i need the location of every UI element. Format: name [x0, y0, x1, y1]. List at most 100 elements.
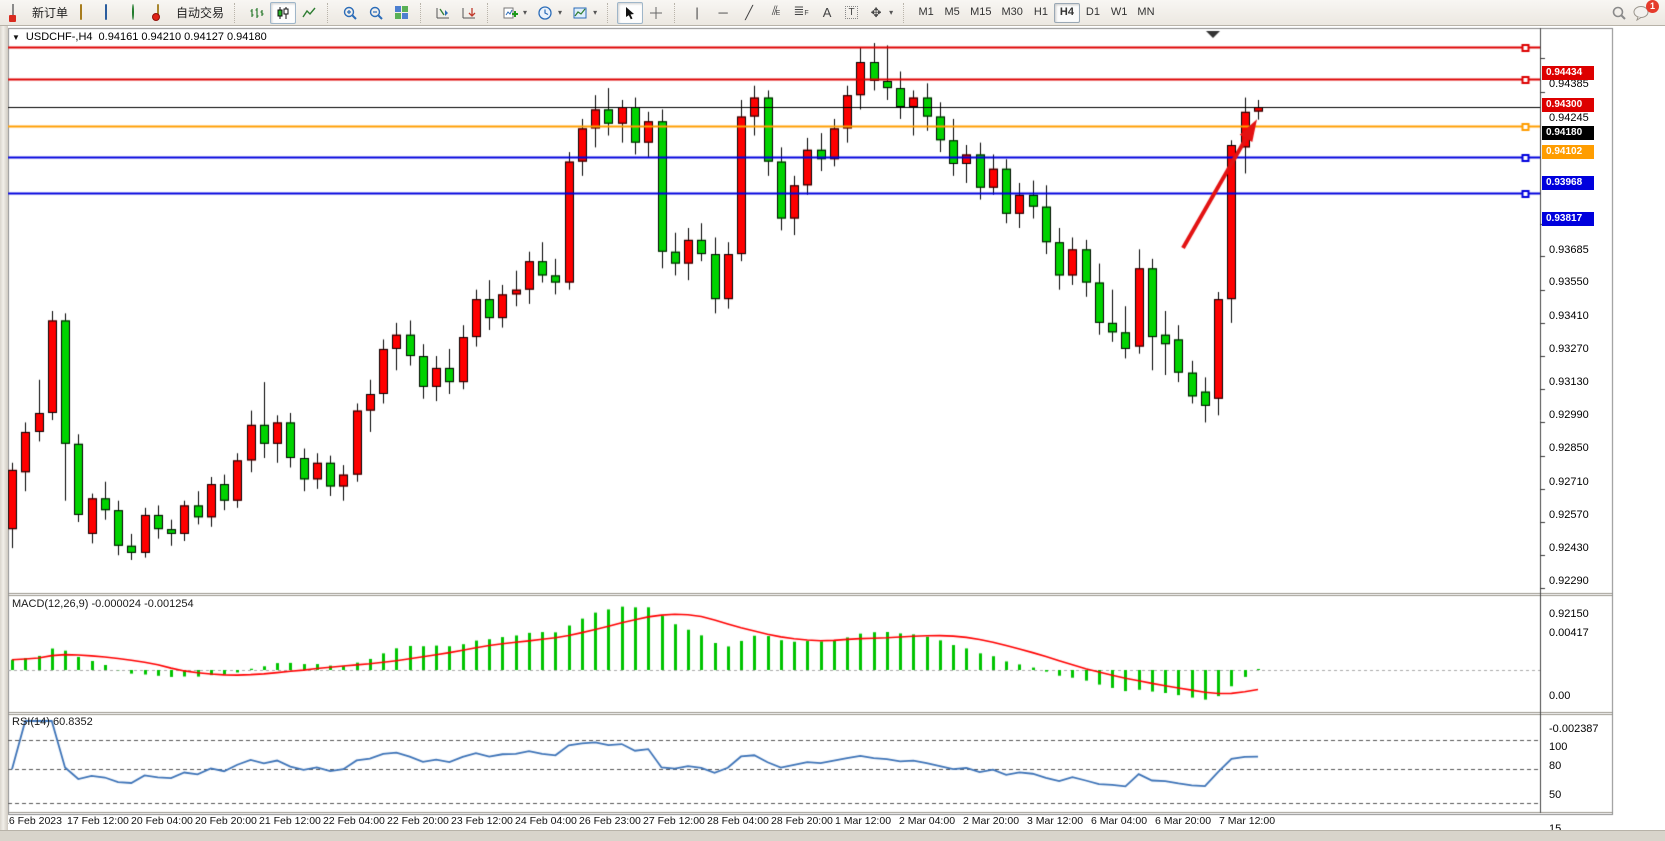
chart-area: ▼ USDCHF-,H4 0.94161 0.94210 0.94127 0.9…: [0, 26, 1665, 841]
ohlc-values: 0.94161 0.94210 0.94127 0.94180: [99, 31, 267, 43]
price-axis-tick: 0.92150: [1549, 608, 1589, 620]
line-chart-icon: [301, 5, 317, 21]
gold-package-icon: [78, 5, 94, 21]
time-axis-label: 28 Feb 04:00: [707, 815, 769, 827]
channel-icon: ⫽E: [767, 3, 783, 22]
chat-icon[interactable]: 1: [1633, 5, 1653, 21]
timeframe-m30-button[interactable]: M30: [997, 3, 1028, 23]
new-order-button[interactable]: 新订单: [7, 2, 73, 24]
time-axis-label: 24 Feb 04:00: [515, 815, 577, 827]
template-icon: [572, 5, 588, 21]
candlestick-chart-button[interactable]: [270, 2, 296, 24]
cursor-button[interactable]: [617, 2, 643, 24]
macd-axis-tick: 0.00: [1549, 690, 1570, 702]
level-price-badge: 0.94434: [1542, 66, 1594, 80]
new-order-label: 新订单: [32, 4, 68, 21]
tile-windows-button[interactable]: [389, 2, 415, 24]
time-axis-label: 3 Mar 12:00: [1027, 815, 1083, 827]
time-axis-label: 26 Feb 23:00: [579, 815, 641, 827]
zoom-out-button[interactable]: [363, 2, 389, 24]
tile-windows-icon: [394, 5, 410, 21]
shapes-button[interactable]: ✥▾: [863, 2, 898, 24]
fibonacci-button[interactable]: ≣F: [788, 2, 814, 24]
rsi-axis-tick: 50: [1549, 789, 1561, 801]
timeframe-h1-button[interactable]: H1: [1028, 3, 1054, 23]
template-button[interactable]: ▾: [567, 2, 602, 24]
new-chart-button[interactable]: ▾: [497, 2, 532, 24]
price-chart-canvas[interactable]: [0, 26, 1665, 841]
timeframe-mn-button[interactable]: MN: [1132, 3, 1159, 23]
timeframe-h4-button[interactable]: H4: [1054, 3, 1080, 23]
indicator-add-icon: [461, 5, 477, 21]
trendline-icon: ╱: [741, 5, 757, 21]
new-chart-icon: [502, 5, 518, 21]
timeframe-group: M1M5M15M30H1H4D1W1MN: [910, 1, 1162, 25]
market-watch-button[interactable]: [99, 2, 125, 24]
price-axis-tick: 0.93685: [1549, 244, 1589, 256]
signals-icon: [130, 5, 146, 21]
vertical-line-button[interactable]: |: [684, 2, 710, 24]
time-axis-label: 7 Mar 12:00: [1219, 815, 1275, 827]
gold-package-button[interactable]: [73, 2, 99, 24]
zoom-in-icon: [342, 5, 358, 21]
time-axis-label: 2 Mar 20:00: [963, 815, 1019, 827]
time-axis-label: 20 Feb 20:00: [195, 815, 257, 827]
signals-button[interactable]: [125, 2, 151, 24]
time-axis-label: 21 Feb 12:00: [259, 815, 321, 827]
price-axis-tick: 0.92430: [1549, 542, 1589, 554]
new-order-icon: [12, 5, 28, 21]
indicator-list-button[interactable]: [430, 2, 456, 24]
label-button[interactable]: T: [840, 2, 863, 24]
trendline-button[interactable]: ╱: [736, 2, 762, 24]
price-axis-tick: 0.94385: [1549, 78, 1589, 90]
crosshair-icon: [648, 5, 664, 21]
time-axis-label: 6 Mar 20:00: [1155, 815, 1211, 827]
timeframe-m5-button[interactable]: M5: [939, 3, 965, 23]
search-icon[interactable]: [1611, 5, 1627, 21]
rsi-indicator-label: RSI(14) 60.8352: [12, 716, 93, 728]
timeframe-m1-button[interactable]: M1: [913, 3, 939, 23]
indicator-list-icon: [435, 5, 451, 21]
indicator-add-button[interactable]: [456, 2, 482, 24]
auto-trading-button[interactable]: 自动交易: [151, 2, 229, 24]
time-axis-label: 27 Feb 12:00: [643, 815, 705, 827]
zoom-out-icon: [368, 5, 384, 21]
price-axis-tick: 0.93550: [1549, 276, 1589, 288]
mt4-window: 新订单 自动交易: [0, 0, 1665, 841]
time-axis-label: 23 Feb 12:00: [451, 815, 513, 827]
crosshair-button[interactable]: [643, 2, 669, 24]
horizontal-line-icon: ─: [715, 5, 731, 21]
price-axis-tick: 0.92990: [1549, 409, 1589, 421]
macd-indicator-label: MACD(12,26,9) -0.000024 -0.001254: [12, 598, 194, 610]
period-clock-button[interactable]: ▾: [532, 2, 567, 24]
timeframe-m15-button[interactable]: M15: [965, 3, 996, 23]
level-price-badge: 0.94102: [1542, 145, 1594, 159]
horizontal-line-button[interactable]: ─: [710, 2, 736, 24]
auto-trading-label: 自动交易: [176, 4, 224, 21]
vertical-line-icon: |: [689, 5, 705, 21]
text-button[interactable]: A: [814, 2, 840, 24]
time-axis-label: 1 Mar 12:00: [835, 815, 891, 827]
chevron-down-icon[interactable]: ▼: [12, 33, 20, 42]
auto-trading-icon: [156, 5, 172, 21]
time-axis-label: 17 Feb 12:00: [67, 815, 129, 827]
fibonacci-icon: ≣F: [793, 3, 809, 22]
current-price-badge: 0.94180: [1542, 126, 1594, 140]
rsi-axis-tick: 100: [1549, 741, 1567, 753]
time-axis-label: 20 Feb 04:00: [131, 815, 193, 827]
chart-title: ▼ USDCHF-,H4 0.94161 0.94210 0.94127 0.9…: [12, 31, 267, 43]
chevron-down-icon: ▾: [593, 8, 597, 17]
channel-button[interactable]: ⫽E: [762, 2, 788, 24]
line-chart-button[interactable]: [296, 2, 322, 24]
level-price-badge: 0.93968: [1542, 176, 1594, 190]
text-icon: A: [819, 5, 835, 21]
rsi-axis-tick: 80: [1549, 760, 1561, 772]
timeframe-w1-button[interactable]: W1: [1106, 3, 1133, 23]
price-axis-tick: 0.93410: [1549, 310, 1589, 322]
bar-chart-button[interactable]: [244, 2, 270, 24]
zoom-in-button[interactable]: [337, 2, 363, 24]
time-axis-label: 22 Feb 20:00: [387, 815, 449, 827]
macd-axis-tick: 0.00417: [1549, 627, 1589, 639]
timeframe-d1-button[interactable]: D1: [1080, 3, 1106, 23]
price-axis-tick: 0.93130: [1549, 376, 1589, 388]
